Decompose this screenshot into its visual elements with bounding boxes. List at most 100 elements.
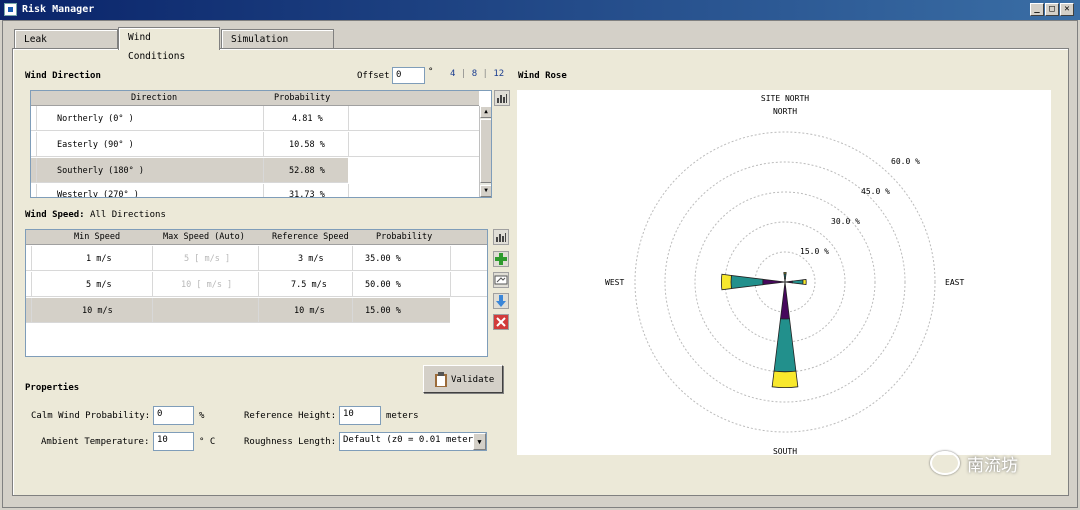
app-icon [4,3,17,16]
scroll-thumb[interactable] [480,119,491,183]
wind-speed-scope: All Directions [90,210,166,220]
col-probability: Probability [376,232,433,242]
direction-row-north[interactable]: Northerly (0° ) 4.81 % [31,106,479,131]
ring-label-15: 15.0 % [800,247,829,256]
wind-direction-heading: Wind Direction [25,71,101,81]
direction-scrollbar[interactable]: ▲ ▼ [479,106,491,197]
wind-speed-label: Wind Speed: [25,210,85,220]
title-bar: Risk Manager _ □ ✕ [0,0,1080,20]
window-title: Risk Manager [22,4,95,15]
rose-petal-north-1 [783,273,787,280]
direction-name: Northerly (0° ) [57,114,134,124]
max-speed-cell: 10 [ m/s ] [181,280,233,290]
bar-chart-icon [497,94,507,103]
direction-probability: 52.88 % [289,166,325,176]
add-row-button[interactable] [493,251,509,267]
probability-cell: 35.00 % [365,254,401,264]
preset-links: 4 | 8 | 12 [450,69,504,79]
ring-label-30: 30.0 % [831,217,860,226]
offset-label: Offset [357,71,390,81]
roughness-length-select[interactable]: Default (z0 = 0.01 meters ▼ [339,432,487,451]
wind-speed-heading: Wind Speed: All Directions [25,210,166,220]
reference-speed-cell: 7.5 m/s [291,280,327,290]
watermark-brand: 南流坊 [967,456,1018,476]
direction-name: Westerly (270° ) [57,190,139,198]
edit-icon [494,275,508,285]
speed-row[interactable]: 5 m/s 10 [ m/s ] 7.5 m/s 50.00 % [26,272,487,297]
edit-row-button[interactable] [493,272,509,288]
rose-petal-east-0 [784,280,793,284]
col-max-speed: Max Speed (Auto) [163,232,245,242]
min-speed-cell: 5 m/s [86,280,112,290]
tab-simulation-summary[interactable]: Simulation Summary [221,29,334,64]
rose-petal-east-1 [791,279,804,285]
validate-label: Validate [451,375,495,385]
direction-row-west[interactable]: Westerly (270° ) 31.73 % [31,184,479,198]
wind-rose-heading: Wind Rose [518,71,567,81]
delete-row-button[interactable] [493,314,509,330]
roughness-length-label: Roughness Length: [244,437,337,447]
reference-height-label: Reference Height: [244,411,337,421]
speed-row[interactable]: 1 m/s 5 [ m/s ] 3 m/s 35.00 % [26,246,487,271]
rose-petal-north-2 [783,272,787,275]
direction-chart-button[interactable] [494,90,510,106]
wind-rose-chart: SITE NORTH NORTH SOUTH WEST EAST 15.0 % … [605,94,964,455]
rose-petal-north-0 [784,278,786,283]
minimize-button[interactable]: _ [1030,3,1044,16]
ambient-temp-input[interactable]: 10 [153,432,194,451]
col-probability: Probability [274,93,331,103]
properties-heading: Properties [25,383,80,393]
speed-chart-button[interactable] [493,229,509,245]
petals-group [721,272,807,388]
direction-name: Southerly (180° ) [57,166,144,176]
ring-label-60: 60.0 % [891,157,920,166]
east-label: EAST [945,278,964,287]
preset-4-link[interactable]: 4 [450,69,455,79]
preset-separator: | [460,69,467,79]
bar-chart-icon [496,233,506,242]
site-north-label: SITE NORTH [761,94,809,103]
col-min-speed: Min Speed [74,232,121,242]
calm-wind-label: Calm Wind Probability: [31,411,151,421]
reference-speed-cell: 10 m/s [294,306,325,316]
rose-petal-south-2 [771,370,799,388]
clipboard-icon [435,372,447,387]
rose-petal-south-1 [773,318,797,373]
min-speed-cell: 10 m/s [82,306,113,316]
tab-wind-conditions[interactable]: Wind Conditions [118,27,220,62]
direction-name: Easterly (90° ) [57,140,134,150]
wind-direction-grid: Direction Probability Northerly (0° ) 4.… [30,90,492,198]
arrow-down-icon [496,295,506,307]
ambient-temp-unit: ° C [199,437,216,447]
tab-leak-frequencies[interactable]: Leak Frequencies [14,29,118,64]
move-down-button[interactable] [493,293,509,309]
ring-label-45: 45.0 % [861,187,890,196]
min-speed-cell: 1 m/s [86,254,112,264]
calm-wind-input[interactable]: 0 [153,406,194,425]
validate-button[interactable]: Validate [423,365,503,393]
maximize-button[interactable]: □ [1045,3,1059,16]
wind-speed-grid: Min Speed Max Speed (Auto) Reference Spe… [25,229,488,357]
direction-row-east[interactable]: Easterly (90° ) 10.58 % [31,132,479,157]
preset-8-link[interactable]: 8 [472,69,477,79]
reference-height-input[interactable]: 10 [339,406,381,425]
speed-row-selected[interactable]: 10 m/s 10 m/s 15.00 % [26,298,450,323]
grid-header: Direction Probability [31,91,479,106]
close-button[interactable]: ✕ [1060,3,1074,16]
reference-speed-cell: 3 m/s [298,254,324,264]
direction-row-south[interactable]: Southerly (180° ) 52.88 % [31,158,348,183]
probability-cell: 15.00 % [365,306,401,316]
west-label: WEST [605,278,624,287]
preset-12-link[interactable]: 12 [493,69,504,79]
scroll-down-icon[interactable]: ▼ [480,185,491,197]
direction-probability: 10.58 % [289,140,325,150]
chevron-down-icon[interactable]: ▼ [473,433,486,450]
col-reference-speed: Reference Speed [272,232,349,242]
offset-input[interactable]: 0 [392,67,425,84]
plus-icon [495,253,507,265]
scroll-up-icon[interactable]: ▲ [480,106,491,118]
south-label: SOUTH [773,447,797,455]
rose-petal-west-0 [762,278,786,286]
ambient-temp-label: Ambient Temperature: [41,437,150,447]
offset-unit: ° [428,67,434,77]
